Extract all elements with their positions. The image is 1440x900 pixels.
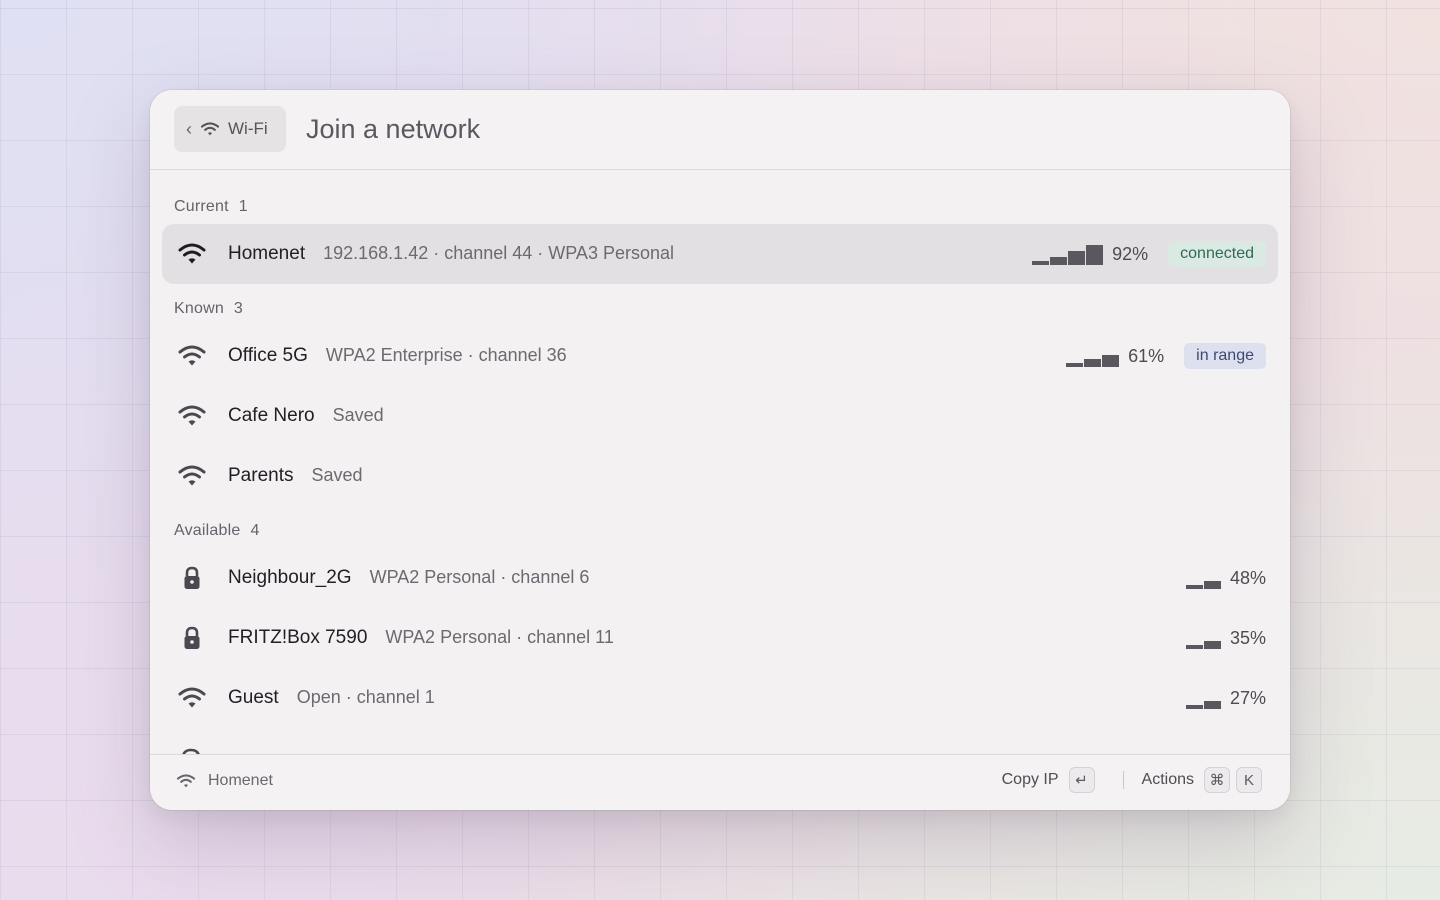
section-label: Known bbox=[174, 300, 224, 317]
network-details: WPA2 Enterprise · channel 36 bbox=[325, 345, 567, 365]
status-badge: connected bbox=[1168, 241, 1266, 267]
network-name: Office 5G WPA2 Enterprise · channel 36 bbox=[228, 345, 567, 367]
wifi-icon bbox=[200, 122, 220, 136]
network-name: Guest Open · channel 1 bbox=[228, 687, 435, 709]
network-name-text: Homenet bbox=[228, 243, 306, 264]
network-row-guest[interactable]: Guest Open · channel 1 27% bbox=[162, 668, 1278, 728]
back-label: Wi-Fi bbox=[228, 119, 268, 138]
wifi-icon bbox=[178, 687, 206, 708]
signal-percent: 27% bbox=[1229, 687, 1266, 708]
page-title: Join a network bbox=[306, 114, 481, 144]
network-details: WPA2 Personal · channel 6 bbox=[369, 567, 590, 587]
section-count: 1 bbox=[238, 198, 248, 215]
network-status: 61% in range bbox=[1066, 343, 1266, 369]
return-key-icon: ↵ bbox=[1068, 767, 1095, 793]
wifi-icon bbox=[178, 465, 206, 486]
back-to-wifi-button[interactable]: ‹ Wi-Fi bbox=[174, 106, 286, 152]
section-current: Current 1 bbox=[174, 198, 248, 216]
section-label: Current bbox=[174, 198, 229, 215]
signal-percent: 92% bbox=[1112, 243, 1149, 264]
command-key-icon: ⌘ bbox=[1204, 767, 1230, 793]
wifi-icon bbox=[178, 243, 206, 264]
signal-strength-icon bbox=[1185, 627, 1222, 649]
actions-button[interactable]: Actions bbox=[1142, 771, 1194, 789]
section-count: 4 bbox=[250, 522, 260, 539]
signal-percent: 35% bbox=[1229, 627, 1266, 648]
network-list[interactable]: Current 1 Homenet 192.168.1.42 · channel 4… bbox=[150, 170, 1290, 754]
network-row-homenet[interactable]: Homenet 192.168.1.42 · channel 44 · WPA3 … bbox=[162, 224, 1278, 284]
network-details: Saved bbox=[332, 405, 384, 425]
signal-strength-icon bbox=[1066, 345, 1120, 367]
section-label: Available bbox=[174, 522, 241, 539]
network-row-parents[interactable]: Parents Saved bbox=[162, 446, 1278, 506]
signal-strength-icon bbox=[1032, 243, 1104, 265]
network-status: 92% connected bbox=[1032, 241, 1266, 267]
network-details: Open · channel 1 bbox=[296, 687, 435, 707]
wifi-icon bbox=[178, 405, 206, 426]
footer-actions: Copy IP ↵ Actions ⌘ K bbox=[1002, 767, 1262, 793]
network-picker-window: ‹ Wi-Fi Join a network Current 1 Homenet 1… bbox=[150, 90, 1290, 810]
signal-strength-icon bbox=[1185, 567, 1222, 589]
footer-bar: Homenet Copy IP ↵ Actions ⌘ K bbox=[150, 754, 1290, 810]
network-name-text: Neighbour_2G bbox=[228, 567, 352, 588]
network-row-cafe-nero[interactable]: Cafe Nero Saved bbox=[162, 386, 1278, 446]
network-name: Neighbour_2G WPA2 Personal · channel 6 bbox=[228, 567, 589, 589]
network-name: Cafe Nero Saved bbox=[228, 405, 384, 427]
lock-icon bbox=[184, 566, 200, 589]
chevron-left-icon: ‹ bbox=[186, 118, 192, 139]
network-name-text: Cafe Nero bbox=[228, 405, 315, 426]
wifi-icon bbox=[178, 345, 206, 366]
footer-current-network: Homenet bbox=[176, 772, 273, 790]
section-known: Known 3 bbox=[174, 300, 243, 318]
network-row-office-5g[interactable]: Office 5G WPA2 Enterprise · channel 36 61… bbox=[162, 326, 1278, 386]
lock-icon bbox=[184, 626, 200, 649]
copy-ip-button[interactable]: Copy IP bbox=[1002, 771, 1059, 789]
signal-strength-icon bbox=[1185, 687, 1222, 709]
network-details: WPA2 Personal · channel 11 bbox=[385, 627, 614, 647]
network-row-fritzbox-7590[interactable]: FRITZ!Box 7590 WPA2 Personal · channel 11… bbox=[162, 608, 1278, 668]
divider bbox=[1122, 771, 1124, 789]
network-status: 48% bbox=[1185, 567, 1266, 589]
footer-network-name: Homenet bbox=[208, 772, 273, 789]
wifi-icon bbox=[176, 774, 196, 788]
signal-percent: 48% bbox=[1229, 567, 1266, 588]
signal-percent: 61% bbox=[1128, 345, 1165, 366]
network-name: Homenet 192.168.1.42 · channel 44 · WPA3 … bbox=[228, 243, 674, 265]
network-name-text: Office 5G bbox=[228, 345, 308, 366]
k-key-icon: K bbox=[1236, 767, 1262, 793]
network-row-neighbour-2g[interactable]: Neighbour_2G WPA2 Personal · channel 6 48… bbox=[162, 548, 1278, 608]
network-name-text: Guest bbox=[228, 687, 279, 708]
network-details: Saved bbox=[311, 465, 363, 485]
status-badge: in range bbox=[1184, 343, 1266, 369]
network-status: 27% bbox=[1185, 687, 1266, 709]
network-name: Parents Saved bbox=[228, 465, 363, 487]
network-name-text: Parents bbox=[228, 465, 294, 486]
section-available: Available 4 bbox=[174, 522, 260, 540]
section-count: 3 bbox=[233, 300, 244, 317]
network-status: 35% bbox=[1185, 627, 1266, 649]
header: ‹ Wi-Fi Join a network bbox=[150, 90, 1290, 170]
network-name-text: FRITZ!Box 7590 bbox=[228, 627, 368, 648]
network-details: 192.168.1.42 · channel 44 · WPA3 Persona… bbox=[323, 243, 674, 263]
network-name: FRITZ!Box 7590 WPA2 Personal · channel 11 bbox=[228, 627, 614, 649]
